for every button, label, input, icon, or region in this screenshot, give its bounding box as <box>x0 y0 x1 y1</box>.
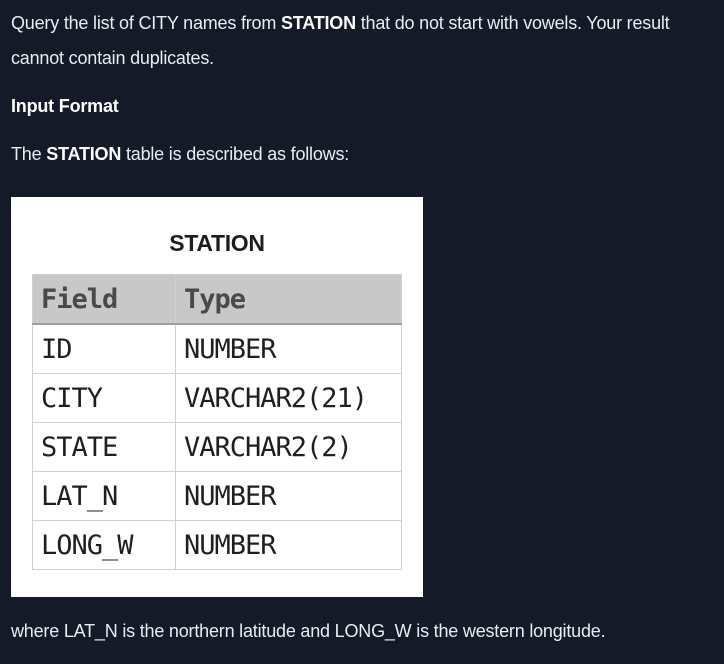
table-row: LAT_N NUMBER <box>32 471 402 521</box>
field-cell: LAT_N <box>32 471 176 521</box>
table-row: ID NUMBER <box>32 323 402 374</box>
type-cell: VARCHAR2(21) <box>175 373 402 423</box>
table-row: CITY VARCHAR2(21) <box>32 373 402 423</box>
statement-text: Query the list of CITY names from <box>11 13 281 33</box>
statement-text-cont: that do not start with vowels. Your resu… <box>355 13 670 33</box>
description-text: The <box>11 144 47 164</box>
statement-text-line2: cannot contain duplicates. <box>11 48 214 68</box>
field-cell: STATE <box>32 422 176 472</box>
table-name-bold: STATION <box>280 13 356 33</box>
figure-title: STATION <box>169 230 265 256</box>
description-text-cont: table is described as follows: <box>121 144 350 164</box>
station-schema-table: Field Type ID NUMBER CITY VARCHAR2(21) S… <box>32 274 402 570</box>
table-header-row: Field Type <box>32 274 402 325</box>
field-cell: LONG_W <box>32 520 176 570</box>
type-cell: NUMBER <box>175 471 402 521</box>
header-type: Type <box>175 274 402 325</box>
header-field: Field <box>32 274 176 325</box>
column-note: where LAT_N is the northern latitude and… <box>11 621 606 641</box>
problem-statement: Query the list of CITY names from STATIO… <box>11 6 670 76</box>
field-cell: ID <box>32 323 176 374</box>
table-row: STATE VARCHAR2(2) <box>32 422 402 472</box>
description-table-name-bold: STATION <box>46 144 122 164</box>
table-row: LONG_W NUMBER <box>32 520 402 570</box>
station-table-figure: STATION Field Type ID NUMBER CITY VARCHA… <box>11 197 423 597</box>
table-description: The STATION table is described as follow… <box>11 137 349 172</box>
type-cell: VARCHAR2(2) <box>175 422 402 472</box>
input-format-heading: Input Format <box>11 96 119 116</box>
type-cell: NUMBER <box>175 520 402 570</box>
type-cell: NUMBER <box>175 323 402 374</box>
field-cell: CITY <box>32 373 176 423</box>
